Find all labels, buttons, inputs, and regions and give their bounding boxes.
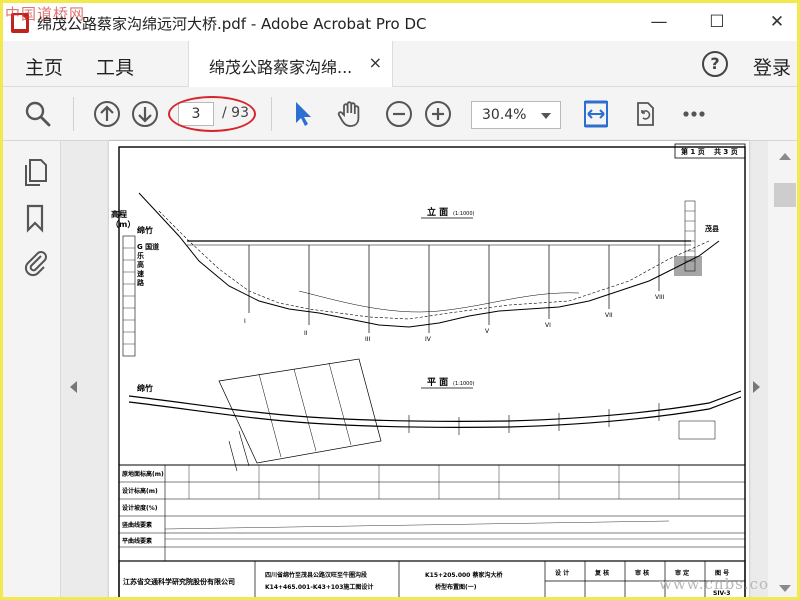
left-highway-label: G 国道乐高速路 [137, 242, 159, 287]
signin-button[interactable]: 登录 [753, 53, 791, 80]
svg-text:VIII: VIII [655, 294, 665, 301]
plan-title: 平 面 [427, 377, 448, 388]
pdf-page: 第 1 页 共 3 页 高程（m） 绵竹 G 国道乐高速路 立 面 (1:100… [109, 141, 749, 597]
close-button[interactable]: ✕ [755, 7, 797, 37]
table-row-label: 设计标高(m) [122, 487, 158, 495]
previous-page-icon[interactable] [92, 99, 122, 129]
help-icon[interactable]: ? [702, 51, 728, 77]
elevation-axis-label: 高程（m） [111, 209, 135, 229]
page-header-2: 共 3 页 [714, 147, 738, 156]
table-row-label: 平曲线要素 [122, 537, 152, 545]
site-watermark-bottom: www.cnbs.com [659, 575, 785, 593]
zoom-value: 30.4% [482, 107, 527, 123]
elevation-scale: (1:1000) [453, 211, 475, 217]
bookmark-icon[interactable] [21, 203, 49, 233]
tab-document[interactable]: 绵茂公路蔡家沟绵... × [188, 41, 393, 87]
chevron-down-icon [541, 113, 551, 119]
scroll-down-icon[interactable] [779, 585, 791, 592]
rotate-page-icon[interactable] [630, 99, 660, 129]
maximize-button[interactable]: ☐ [695, 7, 739, 37]
tab-home[interactable]: 主页 [25, 53, 63, 80]
red-highlight-oval [168, 96, 256, 132]
zoom-in-icon[interactable] [423, 99, 453, 129]
acrobat-window: 中国道桥网 绵茂公路蔡家沟绵远河大桥.pdf - Adobe Acrobat P… [0, 0, 800, 600]
sign-label: 审 核 [635, 569, 649, 577]
minimize-button[interactable]: — [637, 7, 681, 37]
separator [271, 97, 272, 131]
window-title: 绵茂公路蔡家沟绵远河大桥.pdf - Adobe Acrobat Pro DC [37, 15, 427, 33]
sign-label: 复 核 [594, 569, 609, 577]
bridge-drawing: 第 1 页 共 3 页 高程（m） 绵竹 G 国道乐高速路 立 面 (1:100… [111, 143, 746, 597]
bridge-title: K15+205.000 蔡家沟大桥 [425, 571, 503, 579]
project-line2: K14+465.001-K43+103施工图设计 [265, 583, 373, 591]
table-row-label: 原地面标高(m) [122, 470, 164, 478]
scroll-thumb[interactable] [774, 183, 796, 207]
search-icon[interactable] [23, 99, 53, 129]
sign-label: 设 计 [555, 569, 569, 577]
toolbar: 3 / 93 30.4% [3, 87, 797, 141]
tab-tools[interactable]: 工具 [96, 53, 134, 80]
next-page-icon[interactable] [130, 99, 160, 129]
separator [73, 97, 74, 131]
more-options-icon[interactable] [679, 99, 709, 129]
elevation-title: 立 面 [427, 206, 448, 218]
table-row-label: 设计坡度(%) [122, 504, 158, 512]
collapse-left-pane-icon[interactable] [70, 381, 77, 393]
right-town-label: 茂县 [705, 224, 719, 233]
svg-text:III: III [365, 336, 371, 343]
svg-text:VII: VII [605, 312, 613, 319]
table-row-label: 竖曲线要素 [122, 521, 152, 529]
fit-width-icon[interactable] [581, 99, 611, 129]
project-line1: 四川省绵竹至茂县公路汉旺至牛圈沟段 [265, 571, 367, 579]
svg-text:I: I [244, 318, 246, 325]
tab-bar: 主页 工具 绵茂公路蔡家沟绵... × ? 登录 [3, 41, 797, 87]
scroll-up-icon[interactable] [779, 153, 791, 160]
page-header-1: 第 1 页 [681, 147, 705, 156]
svg-text:II: II [304, 330, 308, 337]
document-tab-label: 绵茂公路蔡家沟绵... [209, 58, 353, 77]
plan-start-label: 绵竹 [136, 383, 153, 393]
company-name: 江苏省交通科学研究院股份有限公司 [123, 577, 235, 586]
svg-text:VI: VI [545, 322, 551, 329]
svg-text:V: V [485, 328, 490, 335]
attachment-icon[interactable] [21, 247, 49, 277]
collapse-right-pane-icon[interactable] [753, 381, 760, 393]
vertical-scrollbar[interactable] [768, 141, 797, 597]
zoom-select[interactable]: 30.4% [471, 101, 561, 129]
navigation-pane [3, 141, 61, 597]
hand-tool-icon[interactable] [335, 99, 365, 129]
left-road-label: 绵竹 [136, 225, 153, 235]
page-thumbnails-icon[interactable] [21, 157, 49, 187]
drawing-title: 桥型布置图(一) [435, 583, 477, 591]
svg-text:IV: IV [425, 336, 432, 343]
title-bar: 中国道桥网 绵茂公路蔡家沟绵远河大桥.pdf - Adobe Acrobat P… [3, 3, 797, 41]
plan-scale: (1:1000) [453, 381, 475, 387]
close-icon[interactable]: × [369, 53, 382, 72]
select-cursor-icon[interactable] [288, 99, 318, 129]
zoom-out-icon[interactable] [384, 99, 414, 129]
